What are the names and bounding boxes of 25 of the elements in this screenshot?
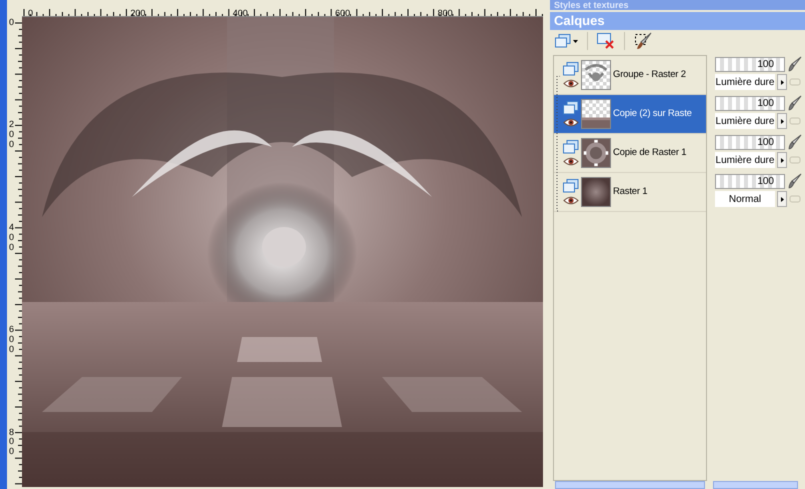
opacity-field[interactable]: 100 bbox=[715, 56, 785, 72]
opacity-field[interactable]: 100 bbox=[715, 174, 785, 188]
layer-row[interactable]: Copie (2) sur Raste bbox=[554, 95, 706, 134]
ruler-label: 800 bbox=[9, 428, 16, 458]
ruler-label: 0 bbox=[9, 18, 16, 28]
opacity-field[interactable]: 100 bbox=[715, 96, 785, 110]
ruler-label: 400 bbox=[9, 222, 16, 252]
layer-row[interactable]: Copie de Raster 1 bbox=[554, 134, 706, 173]
layer-row[interactable]: Raster 1 bbox=[554, 173, 706, 212]
panel-title: Calques bbox=[554, 12, 605, 30]
ruler-label: 800 bbox=[438, 8, 453, 16]
layer-name: Copie (2) sur Raste bbox=[613, 106, 692, 121]
blend-mode-field[interactable]: Lumière dure bbox=[715, 74, 775, 90]
opacity-field[interactable]: 100 bbox=[715, 134, 785, 150]
ruler-label: 200 bbox=[9, 120, 16, 150]
blend-mode-field[interactable]: Lumière dure bbox=[715, 113, 775, 129]
layer-name: Raster 1 bbox=[613, 184, 648, 199]
ruler-label: 600 bbox=[9, 325, 16, 355]
layer-row[interactable]: Groupe - Raster 2 bbox=[554, 56, 706, 95]
layer-name: Groupe - Raster 2 bbox=[613, 68, 686, 82]
ruler-label: 0 bbox=[28, 8, 34, 16]
panel-title: Styles et textures bbox=[554, 0, 629, 10]
blend-mode-field[interactable]: Normal bbox=[715, 191, 775, 207]
layer-name: Copie de Raster 1 bbox=[613, 146, 686, 160]
blend-mode-field[interactable]: Lumière dure bbox=[715, 152, 775, 168]
